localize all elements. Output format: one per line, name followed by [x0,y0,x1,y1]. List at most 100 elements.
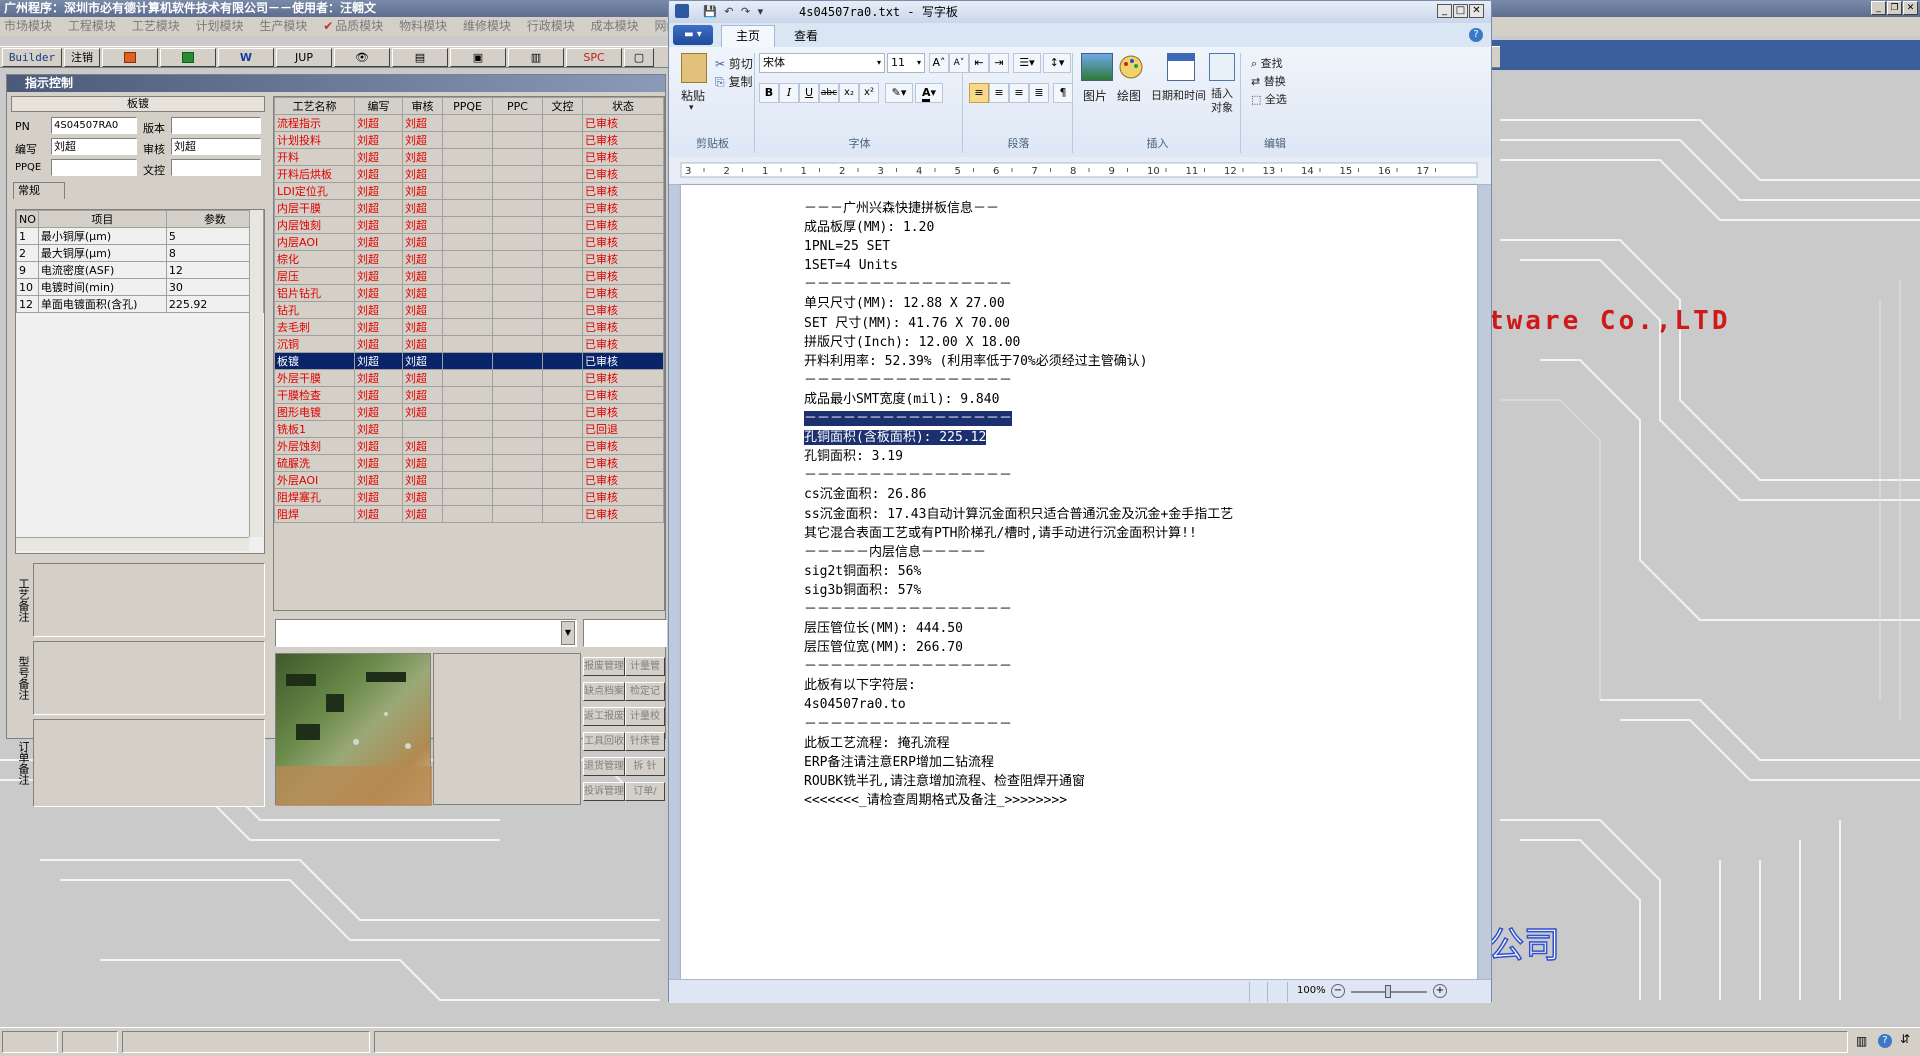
help-icon[interactable]: ? [1469,28,1483,42]
minimize-button[interactable]: _ [1871,1,1886,15]
paint-icon[interactable] [1117,53,1147,81]
menu-cost[interactable]: 成本模块 [591,19,639,33]
model-note-box[interactable] [33,641,265,715]
font-name-dropdown-icon[interactable]: ▾ [877,54,881,72]
side-button[interactable]: 投诉管理 [583,782,625,801]
decrease-indent-button[interactable]: ⇤ [969,53,989,73]
tab-general[interactable]: 常规 [13,182,65,199]
secondary-input[interactable] [583,619,667,647]
process-row[interactable]: 图形电镀 刘超 刘超 已审核 [274,403,664,421]
process-row[interactable]: 硫脲洗 刘超 刘超 已审核 [274,454,664,472]
side-button[interactable]: 针床管 [625,732,665,751]
process-row[interactable]: LDI定位孔 刘超 刘超 已审核 [274,182,664,200]
picture-button[interactable]: 图片 [1083,87,1107,104]
param-row[interactable]: 12 单面电镀面积(含孔) 225.92 [16,295,265,313]
process-row[interactable]: 沉铜 刘超 刘超 已审核 [274,335,664,353]
jup-button[interactable]: JUP [276,48,332,67]
font-size-dropdown-icon[interactable]: ▾ [917,54,921,72]
process-row[interactable]: 开料 刘超 刘超 已审核 [274,148,664,166]
cut-button[interactable]: ✂ 剪切 [715,55,753,72]
copy-button[interactable]: ⎘ 复制 [715,73,752,90]
order-note-box[interactable] [33,719,265,807]
save-icon[interactable]: 💾 [703,5,717,18]
side-button[interactable]: 缺点档案 [583,682,625,701]
insert-object-icon[interactable] [1209,53,1235,81]
process-row[interactable]: 板镀 刘超 刘超 已审核 [274,352,664,370]
version-field[interactable] [171,117,261,134]
font-name-combo[interactable]: 宋体 ▾ [759,53,885,73]
paste-dropdown-icon[interactable]: ▾ [689,103,694,113]
tray-arrows-icon[interactable]: ⇵ [1900,1032,1910,1046]
eye-tool-button[interactable]: 👁 [334,48,390,67]
side-button[interactable]: 订单/ [625,782,665,801]
review-field[interactable]: 刘超 [171,138,261,155]
menu-admin[interactable]: 行政模块 [527,19,575,33]
app-menu-button[interactable]: ▬ ▾ [673,25,713,45]
tab-home[interactable]: 主页 [721,25,775,47]
close-button[interactable]: ✕ [1903,1,1918,15]
paste-button[interactable]: 粘贴 [681,87,705,104]
network-tool-button[interactable]: ▣ [450,48,506,67]
side-button[interactable]: 计量校 [625,707,665,726]
builder-button[interactable]: Builder [2,48,62,67]
align-right-button[interactable]: ≡ [1009,83,1029,103]
underline-button[interactable]: U [799,83,819,103]
process-row[interactable]: 内层干膜 刘超 刘超 已审核 [274,199,664,217]
paint-button[interactable]: 绘图 [1117,87,1141,104]
tray-help-icon[interactable]: ? [1878,1034,1892,1048]
picture-icon[interactable] [1081,53,1113,81]
process-row[interactable]: 棕化 刘超 刘超 已审核 [274,250,664,268]
redo-icon[interactable]: ↷ [741,5,750,18]
bullets-button[interactable]: ☰▾ [1013,53,1041,73]
process-row[interactable]: 阻焊塞孔 刘超 刘超 已审核 [274,488,664,506]
params-hscroll[interactable] [16,537,249,551]
side-button[interactable]: 计量管 [625,657,665,676]
side-button[interactable]: 返工报废 [583,707,625,726]
param-row[interactable]: 1 最小铜厚(μm) 5 [16,227,265,245]
process-row[interactable]: 去毛刺 刘超 刘超 已审核 [274,318,664,336]
param-row[interactable]: 2 最大铜厚(μm) 8 [16,244,265,262]
align-center-button[interactable]: ≡ [989,83,1009,103]
wp-maximize-button[interactable]: □ [1453,4,1468,18]
logout-button[interactable]: 注销 [64,48,100,67]
superscript-button[interactable]: x² [859,83,879,103]
ppqe-field[interactable] [51,159,137,176]
insert-object-button[interactable]: 插入对象 [1211,87,1235,115]
process-row[interactable]: 外层AOI 刘超 刘超 已审核 [274,471,664,489]
process-row[interactable]: 铣板1 刘超 已回退 [274,420,664,438]
spc-button[interactable]: SPC [566,48,622,67]
process-select[interactable] [275,619,577,647]
taskbar-cell-3[interactable] [122,1031,370,1053]
process-row[interactable]: 铝片钻孔 刘超 刘超 已审核 [274,284,664,302]
select-all-button[interactable]: ⬚ 全选 [1251,91,1287,107]
menu-engineering[interactable]: 工程模块 [68,19,116,33]
taskbar-cell-1[interactable] [2,1031,58,1053]
replace-button[interactable]: ⇄ 替换 [1251,73,1286,89]
font-size-combo[interactable]: 11 ▾ [887,53,925,73]
menu-maintenance[interactable]: 维修模块 [463,19,511,33]
param-row[interactable]: 9 电流密度(ASF) 12 [16,261,265,279]
process-row[interactable]: 层压 刘超 刘超 已审核 [274,267,664,285]
taskbar-cell-2[interactable] [62,1031,118,1053]
process-row[interactable]: 外层蚀刻 刘超 刘超 已审核 [274,437,664,455]
tab-view[interactable]: 查看 [783,27,829,45]
calendar-icon[interactable] [1167,53,1195,81]
params-vscroll[interactable] [249,210,263,537]
bold-button[interactable]: B [759,83,779,103]
side-button[interactable]: 检定记 [625,682,665,701]
process-row[interactable]: 开料后烘板 刘超 刘超 已审核 [274,165,664,183]
excel-tool-button[interactable] [160,48,216,67]
ppt-tool-button[interactable] [102,48,158,67]
process-row[interactable]: 钻孔 刘超 刘超 已审核 [274,301,664,319]
process-row[interactable]: 内层蚀刻 刘超 刘超 已审核 [274,216,664,234]
menu-market[interactable]: 市场模块 [4,19,52,33]
process-row[interactable]: 计划投料 刘超 刘超 已审核 [274,131,664,149]
wp-minimize-button[interactable]: _ [1437,4,1452,18]
grow-font-button[interactable]: A˄ [929,53,949,73]
strikethrough-button[interactable]: abc [819,83,839,103]
param-row[interactable]: 10 电镀时间(min) 30 [16,278,265,296]
side-button[interactable]: 报废管理 [583,657,625,676]
pn-field[interactable]: 4S04507RA0 [51,117,137,134]
process-row[interactable]: 阻焊 刘超 刘超 已审核 [274,505,664,523]
side-button[interactable]: 拆 针 [625,757,665,776]
